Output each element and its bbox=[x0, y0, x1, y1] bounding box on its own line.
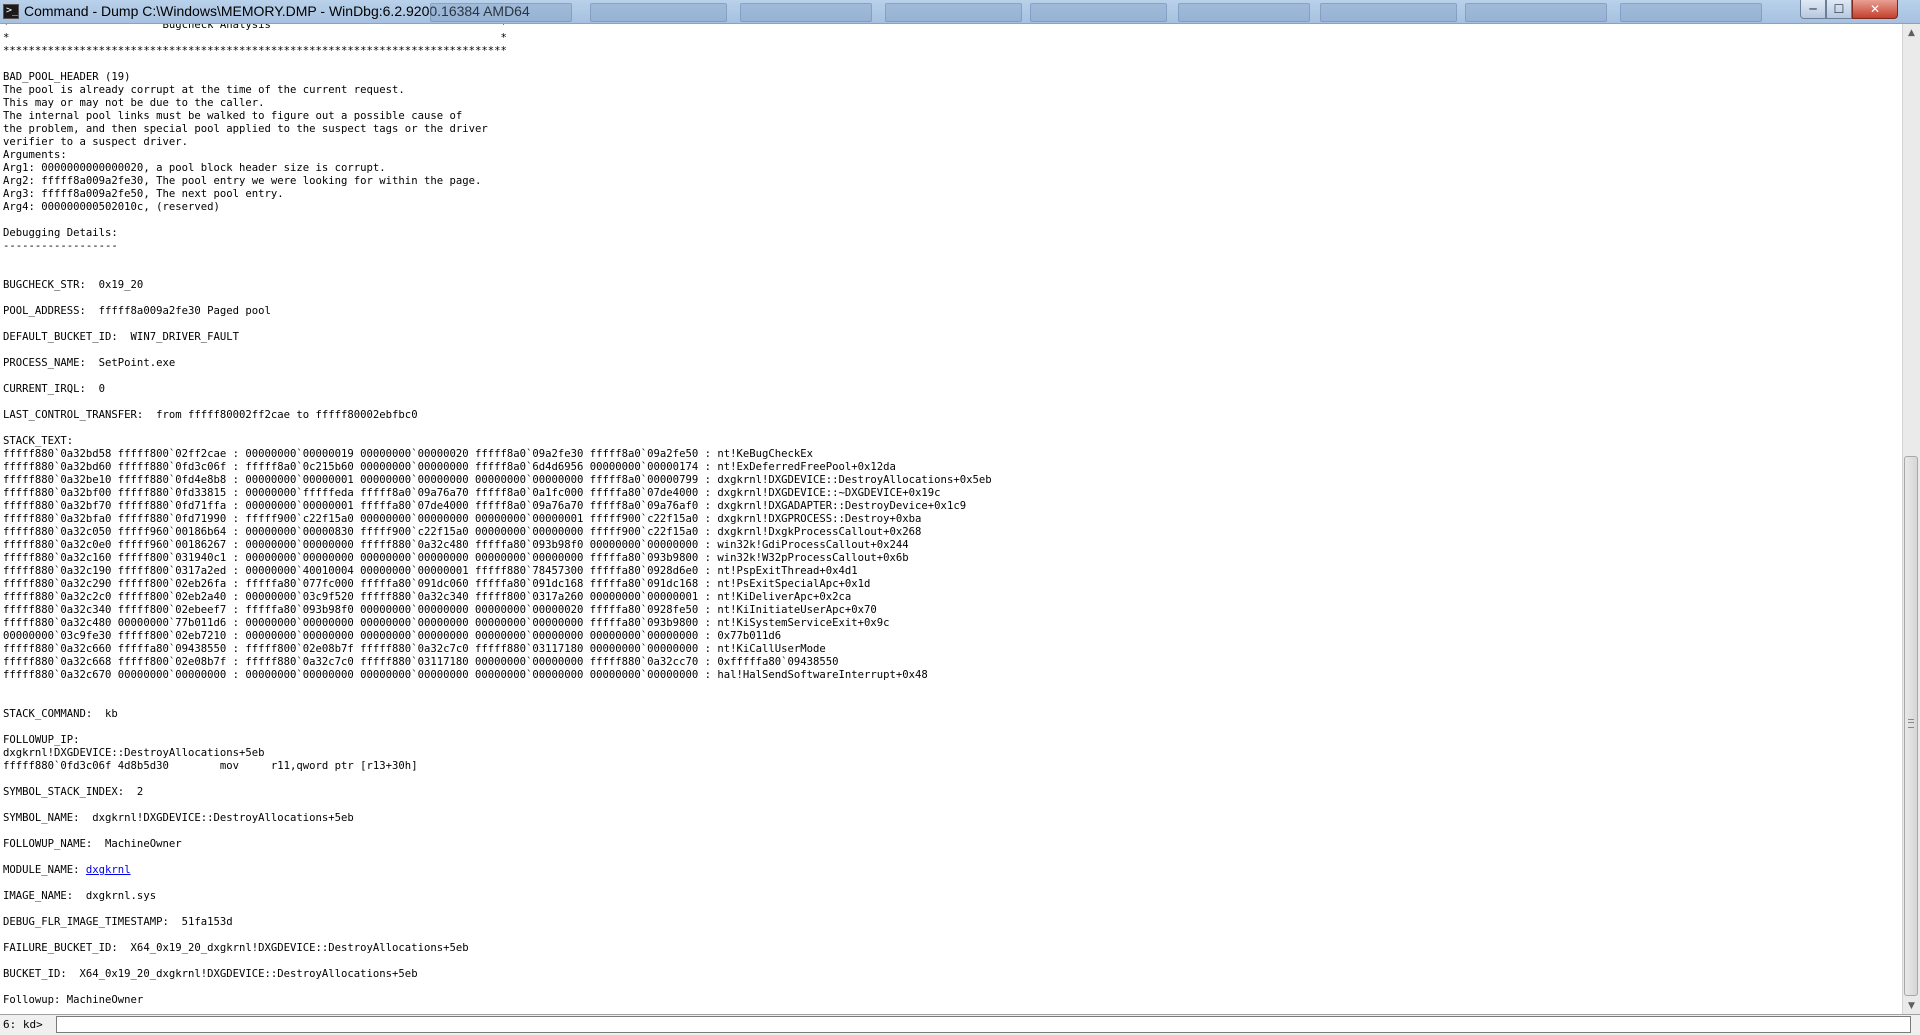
background-window-ghost bbox=[1030, 3, 1167, 22]
vertical-scrollbar[interactable]: ▲ ▼ bbox=[1902, 24, 1920, 1014]
grip-icon bbox=[1908, 719, 1914, 728]
close-button[interactable]: ✕ bbox=[1852, 0, 1898, 19]
command-prompt: 6: kd> bbox=[3, 1018, 43, 1031]
title-bar[interactable]: >_ Command - Dump C:\Windows\MEMORY.DMP … bbox=[0, 0, 1920, 24]
scroll-down-arrow-icon[interactable]: ▼ bbox=[1903, 997, 1920, 1014]
background-window-ghost bbox=[430, 3, 572, 22]
background-window-ghost bbox=[1620, 3, 1762, 22]
scroll-up-arrow-icon[interactable]: ▲ bbox=[1903, 24, 1920, 41]
output-text-tail: IMAGE_NAME: dxgkrnl.sys DEBUG_FLR_IMAGE_… bbox=[3, 890, 469, 1006]
background-window-ghost bbox=[1320, 3, 1457, 22]
scrollbar-thumb[interactable] bbox=[1904, 456, 1918, 996]
module-name-link[interactable]: dxgkrnl bbox=[86, 864, 131, 876]
console-icon: >_ bbox=[3, 4, 19, 19]
command-bar: 6: kd> bbox=[0, 1014, 1920, 1035]
console-icon-glyph: >_ bbox=[6, 5, 19, 16]
background-window-ghost bbox=[885, 3, 1022, 22]
minimize-button[interactable]: ─ bbox=[1800, 0, 1826, 19]
windbg-command-window: >_ Command - Dump C:\Windows\MEMORY.DMP … bbox=[0, 0, 1920, 1035]
background-window-ghost bbox=[1465, 3, 1607, 22]
background-window-ghost bbox=[590, 3, 727, 22]
debugger-output-pane[interactable]: * Bugcheck Analysis * * * **************… bbox=[0, 24, 1902, 1014]
output-text-main: * Bugcheck Analysis * * * **************… bbox=[3, 24, 992, 876]
command-input[interactable] bbox=[56, 1016, 1911, 1033]
background-window-ghost bbox=[740, 3, 872, 22]
maximize-button[interactable]: ☐ bbox=[1826, 0, 1852, 19]
background-window-ghost bbox=[1178, 3, 1310, 22]
debugger-output-text: * Bugcheck Analysis * * * **************… bbox=[0, 24, 1902, 1007]
